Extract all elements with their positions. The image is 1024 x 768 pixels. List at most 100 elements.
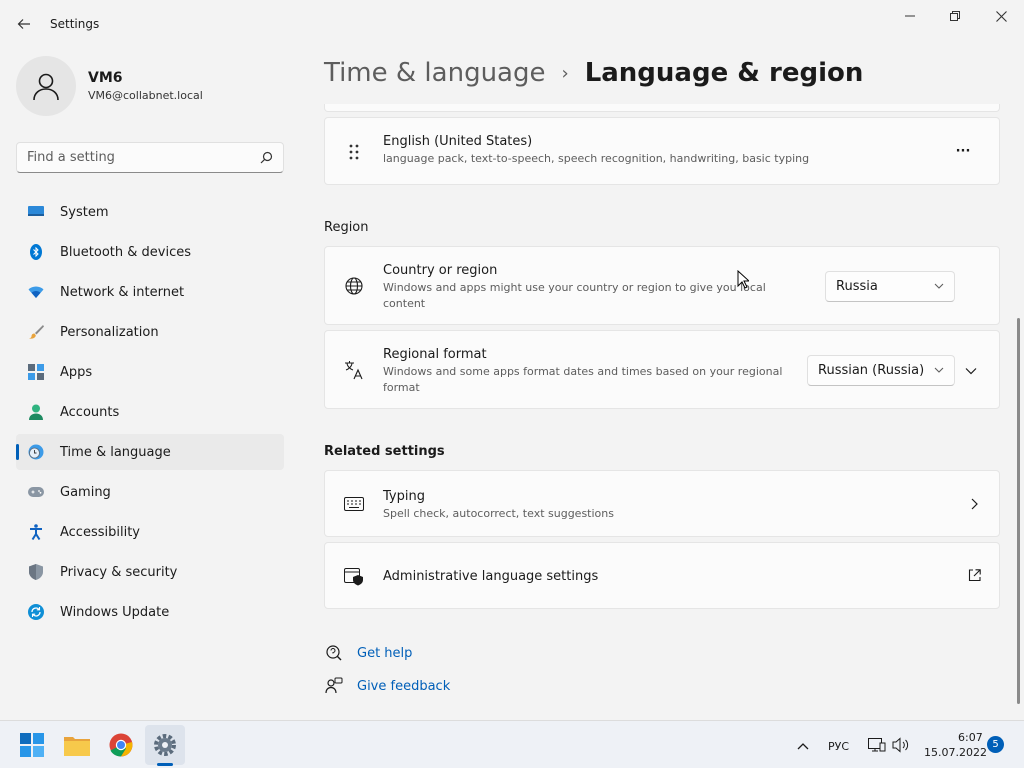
- restore-icon: [950, 11, 960, 21]
- typing-title: Typing: [383, 489, 425, 504]
- sidebar-item-accounts[interactable]: Accounts: [16, 394, 284, 430]
- typing-card[interactable]: Typing Spell check, autocorrect, text su…: [324, 470, 1000, 537]
- settings-gear-icon: [154, 734, 176, 756]
- avatar: [16, 56, 76, 116]
- country-value: Russia: [836, 279, 878, 294]
- accounts-icon: [28, 404, 44, 420]
- accessibility-icon: [28, 524, 44, 540]
- globe-icon: [343, 275, 365, 297]
- language-title: English (United States): [383, 134, 533, 149]
- sidebar-item-label: Personalization: [60, 324, 159, 340]
- sidebar-item-label: Apps: [60, 364, 93, 380]
- apps-icon: [28, 364, 44, 380]
- sidebar-item-system[interactable]: System: [16, 194, 284, 230]
- admin-title: Administrative language settings: [383, 569, 599, 584]
- previous-card-edge: [324, 104, 1000, 112]
- minimize-button[interactable]: [887, 0, 933, 32]
- chrome-button[interactable]: [101, 725, 141, 765]
- update-icon: [28, 604, 44, 620]
- language-description: language pack, text-to-speech, speech re…: [383, 152, 810, 165]
- gamepad-icon: [28, 484, 44, 500]
- sidebar-item-label: Gaming: [60, 484, 111, 500]
- windows-logo-icon: [20, 733, 44, 757]
- settings-app-button[interactable]: [145, 725, 185, 765]
- restore-button[interactable]: [932, 0, 978, 32]
- sidebar-item-label: Time & language: [60, 444, 171, 460]
- search-icon: [260, 151, 273, 164]
- search-input[interactable]: [27, 150, 260, 165]
- sidebar-item-time-language[interactable]: Time & language: [16, 434, 284, 470]
- profile-name: VM6: [88, 70, 123, 86]
- page-title: Language & region: [584, 58, 864, 88]
- chevron-down-icon: [934, 365, 944, 376]
- volume-icon[interactable]: [892, 737, 910, 757]
- admin-shield-icon: [343, 565, 365, 587]
- country-dropdown[interactable]: Russia: [825, 271, 955, 302]
- system-icon: [28, 204, 44, 220]
- get-help-label: Get help: [357, 645, 413, 661]
- sidebar-nav: System Bluetooth & devices Network & int…: [16, 194, 284, 634]
- external-link-icon: [968, 569, 981, 586]
- breadcrumb: Time & language › Language & region: [324, 58, 863, 88]
- notification-badge[interactable]: 5: [987, 736, 1004, 753]
- chevron-right-icon: [971, 498, 978, 514]
- sidebar-item-accessibility[interactable]: Accessibility: [16, 514, 284, 550]
- back-arrow-icon: [17, 19, 30, 29]
- input-language-indicator[interactable]: РУС: [828, 740, 849, 753]
- sidebar-item-bluetooth[interactable]: Bluetooth & devices: [16, 234, 284, 270]
- give-feedback-link[interactable]: Give feedback: [324, 676, 450, 696]
- typing-description: Spell check, autocorrect, text suggestio…: [383, 507, 614, 520]
- close-icon: [995, 10, 1007, 22]
- user-icon: [33, 73, 59, 101]
- region-heading: Region: [324, 220, 369, 235]
- sidebar-item-label: Windows Update: [60, 604, 170, 620]
- language-card[interactable]: English (United States) language pack, t…: [324, 117, 1000, 185]
- start-button[interactable]: [12, 725, 52, 765]
- scrollbar-thumb[interactable]: [1017, 318, 1020, 704]
- chrome-icon: [109, 733, 133, 757]
- shield-icon: [28, 564, 44, 580]
- more-options-button[interactable]: ···: [951, 140, 975, 162]
- country-description: Windows and apps might use your country …: [383, 281, 766, 310]
- chevron-up-icon[interactable]: [797, 739, 809, 754]
- sidebar-item-apps[interactable]: Apps: [16, 354, 284, 390]
- folder-icon: [64, 737, 90, 756]
- network-icon: [28, 284, 44, 300]
- search-box[interactable]: [16, 142, 284, 173]
- sidebar-item-privacy[interactable]: Privacy & security: [16, 554, 284, 590]
- minimize-icon: [905, 15, 915, 17]
- related-settings-heading: Related settings: [324, 444, 445, 459]
- close-button[interactable]: [978, 0, 1024, 32]
- title-bar: Settings: [0, 0, 1024, 48]
- breadcrumb-parent[interactable]: Time & language: [324, 58, 545, 88]
- sidebar-item-gaming[interactable]: Gaming: [16, 474, 284, 510]
- sidebar-item-label: System: [60, 204, 109, 220]
- user-profile[interactable]: VM6 VM6@collabnet.local: [16, 56, 203, 116]
- breadcrumb-separator: ›: [561, 62, 569, 84]
- admin-language-card[interactable]: Administrative language settings: [324, 542, 1000, 609]
- sidebar-item-personalization[interactable]: Personalization: [16, 314, 284, 350]
- brush-icon: [28, 324, 44, 340]
- help-icon: [324, 643, 344, 663]
- network-tray-icon[interactable]: [868, 737, 886, 757]
- regional-format-card[interactable]: Regional format Windows and some apps fo…: [324, 330, 1000, 409]
- country-region-card: Country or region Windows and apps might…: [324, 246, 1000, 325]
- format-title: Regional format: [383, 347, 487, 362]
- sidebar-item-label: Accessibility: [60, 524, 140, 540]
- chevron-down-icon: [934, 281, 944, 292]
- format-dropdown[interactable]: Russian (Russia): [807, 355, 955, 386]
- active-app-indicator: [157, 763, 173, 766]
- keyboard-icon: [343, 493, 365, 515]
- profile-email: VM6@collabnet.local: [88, 89, 203, 102]
- clock-date[interactable]: 15.07.2022: [924, 746, 987, 759]
- drag-handle-icon[interactable]: [343, 141, 365, 163]
- file-explorer-button[interactable]: [57, 725, 97, 765]
- format-description: Windows and some apps format dates and t…: [383, 365, 783, 394]
- get-help-link[interactable]: Get help: [324, 643, 412, 663]
- clock-time[interactable]: 6:07: [958, 731, 983, 744]
- sidebar-item-windows-update[interactable]: Windows Update: [16, 594, 284, 630]
- back-button[interactable]: [10, 10, 38, 38]
- sidebar-item-network[interactable]: Network & internet: [16, 274, 284, 310]
- country-title: Country or region: [383, 263, 498, 278]
- expand-chevron-icon[interactable]: [965, 364, 977, 379]
